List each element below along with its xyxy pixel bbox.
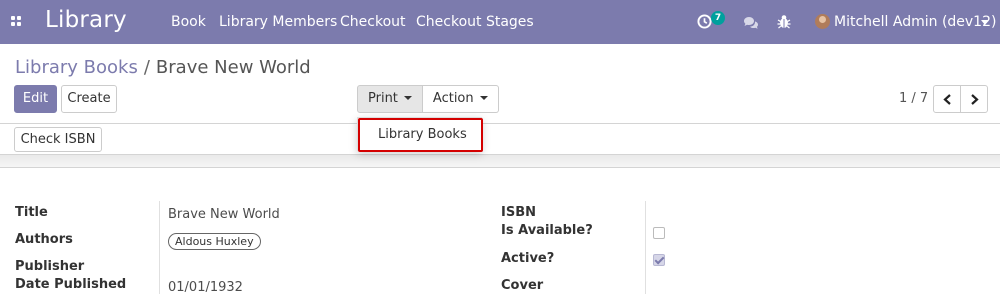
menu-checkout-stages[interactable]: Checkout Stages <box>416 14 534 30</box>
menu-library-members[interactable]: Library Members <box>219 14 337 30</box>
print-dropdown-menu: Library Books <box>357 117 483 152</box>
caret-down-icon <box>479 95 488 100</box>
publisher-label: Publisher <box>15 259 85 274</box>
author-tag[interactable]: Aldous Huxley <box>168 233 261 250</box>
clock-icon[interactable] <box>697 14 712 33</box>
title-label: Title <box>15 205 48 220</box>
caret-down-icon <box>403 95 412 100</box>
top-navbar: Library Book Library Members Checkout Ch… <box>0 0 1000 44</box>
breadcrumb-separator: / <box>143 57 150 78</box>
sidebar-actions: Print Action <box>357 85 499 113</box>
action-dropdown-button[interactable]: Action <box>422 85 499 113</box>
date-published-value: 01/01/1932 <box>168 280 243 294</box>
field-divider <box>159 201 160 294</box>
apps-grid-icon[interactable] <box>11 16 22 27</box>
bug-icon[interactable] <box>777 14 791 33</box>
date-published-label: Date Published <box>15 277 127 292</box>
breadcrumb: Library Books / Brave New World <box>15 57 311 78</box>
pager-previous-button[interactable] <box>933 85 961 113</box>
isbn-label: ISBN <box>501 205 536 220</box>
is-available-checkbox[interactable] <box>653 227 665 239</box>
statusbar-divider <box>0 154 1000 168</box>
cover-label: Cover <box>501 278 544 293</box>
breadcrumb-parent[interactable]: Library Books <box>15 57 138 78</box>
avatar[interactable] <box>815 14 830 29</box>
action-label: Action <box>432 91 474 106</box>
form-statusbar <box>0 124 1000 156</box>
menu-book[interactable]: Book <box>171 14 206 30</box>
app-brand[interactable]: Library <box>45 7 127 33</box>
authors-label: Authors <box>15 232 73 247</box>
print-dropdown-button[interactable]: Print <box>357 85 423 113</box>
create-button[interactable]: Create <box>61 85 117 113</box>
check-isbn-button[interactable]: Check ISBN <box>14 127 102 152</box>
is-available-label: Is Available? <box>501 223 593 238</box>
title-value: Brave New World <box>168 207 280 222</box>
form-sheet <box>0 169 1000 294</box>
field-divider <box>645 201 646 294</box>
chevron-left-icon <box>943 94 951 105</box>
menu-checkout[interactable]: Checkout <box>340 14 406 30</box>
pager-next-button[interactable] <box>960 85 988 113</box>
edit-button[interactable]: Edit <box>14 85 57 113</box>
chevron-right-icon <box>971 94 979 105</box>
print-menu-item-library-books[interactable]: Library Books <box>358 118 483 152</box>
activity-count-badge: 7 <box>711 11 725 25</box>
page-title: Brave New World <box>155 57 311 78</box>
user-menu[interactable]: Mitchell Admin (dev12) <box>834 14 996 30</box>
chat-icon[interactable] <box>743 15 759 34</box>
print-label: Print <box>368 91 398 106</box>
pager-value[interactable]: 1 / 7 <box>899 91 928 106</box>
chevron-down-icon[interactable] <box>981 20 989 25</box>
active-label: Active? <box>501 251 555 266</box>
active-checkbox[interactable] <box>653 254 665 266</box>
